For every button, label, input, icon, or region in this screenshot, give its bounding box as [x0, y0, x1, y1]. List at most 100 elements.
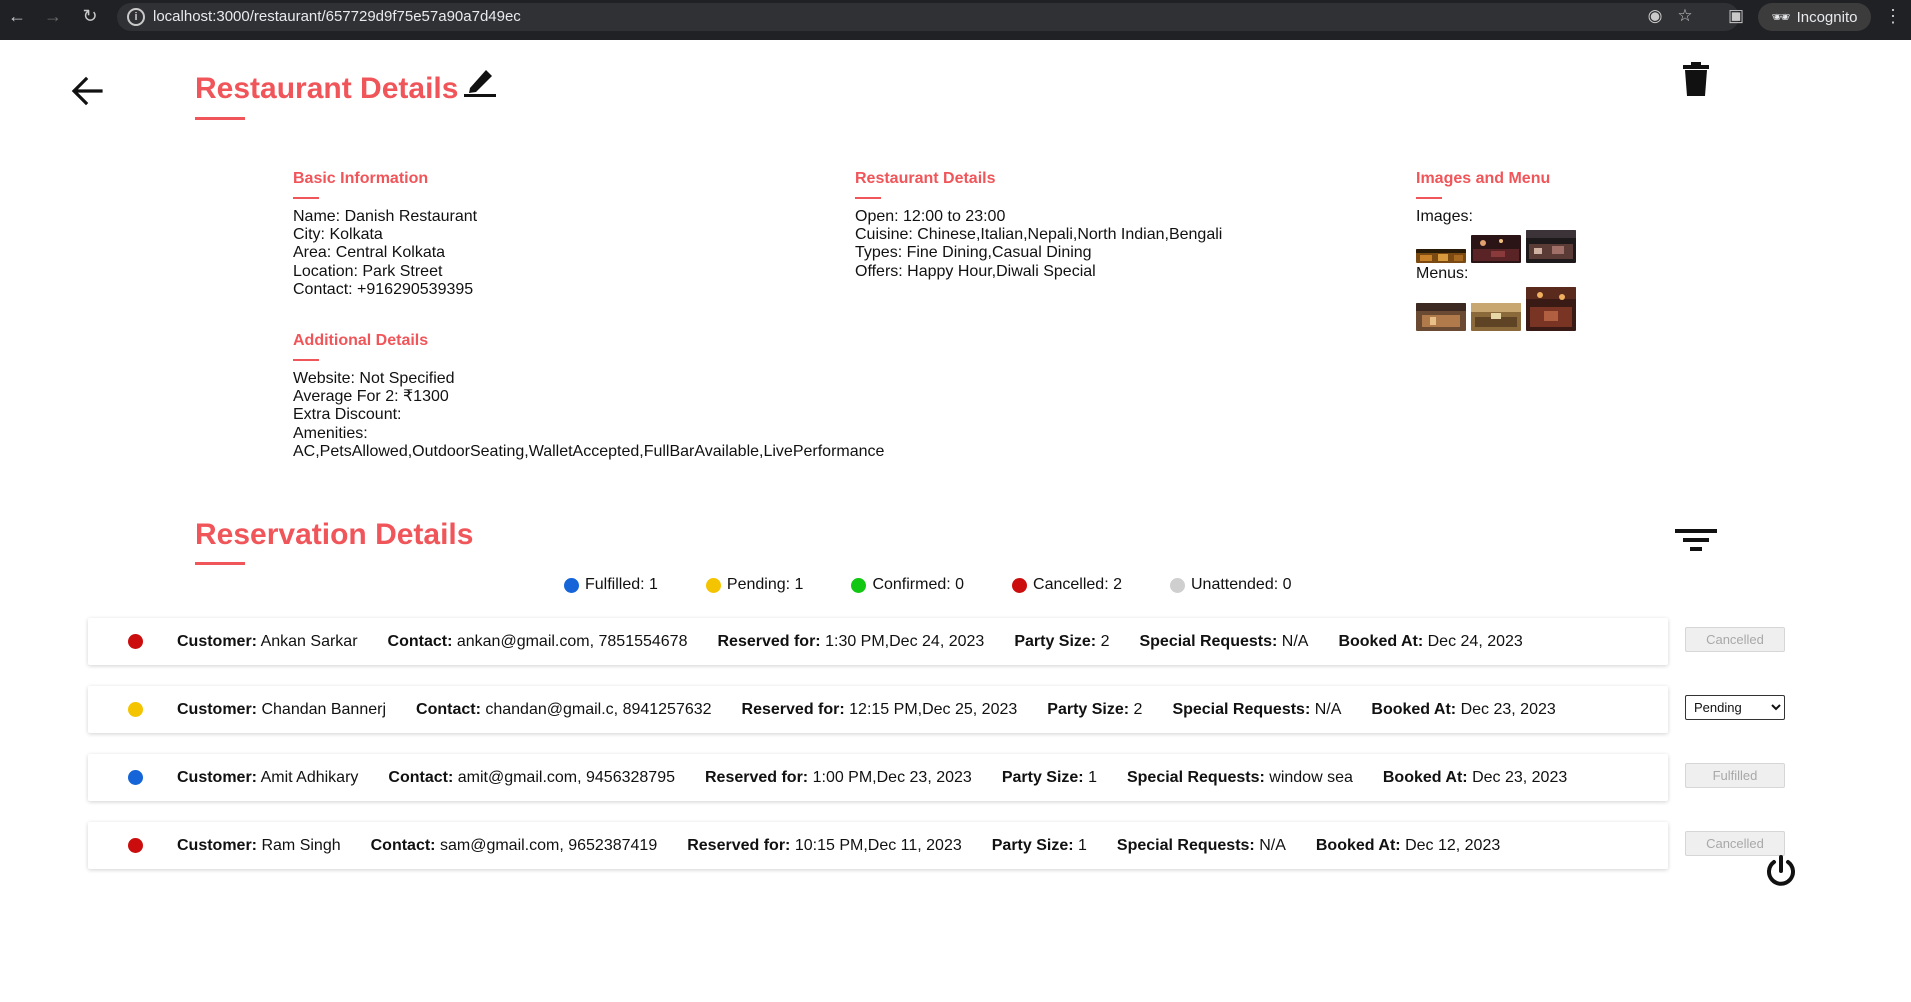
contact-field: Contact: chandan@gmail.c, 8941257632 — [416, 700, 712, 718]
legend-dot-icon — [1169, 577, 1185, 593]
menu-gallery — [1416, 287, 1576, 332]
images-menu-heading: Images and Menu — [1416, 170, 1551, 187]
extra-discount: Extra Discount: — [293, 406, 402, 424]
legend-pending[interactable]: Pending: 1 — [705, 576, 804, 594]
reserved-for-field: Reserved for: 1:00 PM,Dec 23, 2023 — [704, 768, 972, 786]
back-arrow-icon[interactable]: ← — [0, 0, 34, 33]
party-size-field: Party Size: 1 — [991, 836, 1087, 854]
status-dot-icon — [128, 770, 143, 785]
status-legend: Fulfilled: 1 Pending: 1 Confirmed: 0 Can… — [564, 576, 1292, 594]
restaurant-image[interactable] — [1471, 235, 1521, 264]
reserved-for-field: Reserved for: 12:15 PM,Dec 25, 2023 — [741, 700, 1018, 718]
restaurant-city: City: Kolkata — [293, 226, 383, 244]
customer-field: Customer: Ankan Sarkar — [177, 632, 358, 650]
legend-label: Cancelled: 2 — [1033, 576, 1122, 593]
restaurant-details-section: Restaurant Details Open: 12:00 to 23:00 … — [855, 170, 1222, 281]
reserved-for-field: Reserved for: 10:15 PM,Dec 11, 2023 — [687, 836, 962, 854]
side-panel-icon[interactable]: ▣ — [1724, 5, 1748, 27]
url-text[interactable]: localhost:3000/restaurant/657729d9f75e57… — [153, 8, 521, 25]
restaurant-contact: Contact: +916290539395 — [293, 280, 474, 298]
incognito-badge[interactable]: 🕶 Incognito — [1758, 3, 1871, 31]
incognito-icon: 🕶 — [1771, 9, 1791, 26]
legend-confirmed[interactable]: Confirmed: 0 — [851, 576, 964, 594]
basic-info-section: Basic Information Name: Danish Restauran… — [293, 170, 477, 299]
opening-hours: Open: 12:00 to 23:00 — [855, 208, 1006, 225]
booked-at-field: Booked At: Dec 23, 2023 — [1382, 768, 1568, 786]
trash-icon[interactable] — [1683, 62, 1709, 96]
back-arrow-icon[interactable] — [70, 76, 104, 106]
power-icon[interactable] — [1764, 855, 1798, 889]
menu-image[interactable] — [1471, 303, 1521, 332]
customer-field: Customer: Amit Adhikary — [177, 768, 359, 786]
browser-toolbar: ← → ↻ i localhost:3000/restaurant/657729… — [0, 0, 1911, 40]
image-gallery — [1416, 230, 1576, 264]
reservations-title: Reservation Details — [195, 518, 474, 551]
legend-label: Pending: 1 — [726, 576, 804, 593]
incognito-label: Incognito — [1796, 8, 1858, 26]
website: Website: Not Specified — [293, 370, 455, 387]
legend-dot-icon — [705, 577, 721, 593]
section-underline — [293, 359, 319, 361]
menu-image[interactable] — [1416, 303, 1466, 332]
contact-field: Contact: amit@gmail.com, 9456328795 — [388, 768, 675, 786]
restaurant-image[interactable] — [1416, 249, 1466, 264]
site-info-icon[interactable]: i — [127, 8, 145, 26]
forward-arrow-icon[interactable]: → — [36, 0, 70, 33]
average-for-two: Average For 2: ₹1300 — [293, 388, 449, 406]
booked-at-field: Booked At: Dec 12, 2023 — [1315, 836, 1501, 854]
additional-details-section: Additional Details Website: Not Specifie… — [293, 332, 884, 461]
special-requests-field: Special Requests: N/A — [1172, 700, 1342, 718]
status-button: Cancelled — [1685, 627, 1785, 652]
restaurant-image[interactable] — [1526, 230, 1576, 264]
amenities-list: AC,PetsAllowed,OutdoorSeating,WalletAcce… — [293, 442, 885, 460]
status-select[interactable]: Pending — [1685, 695, 1785, 720]
restaurant-details-heading: Restaurant Details — [855, 170, 996, 187]
legend-unattended[interactable]: Unattended: 0 — [1169, 576, 1292, 594]
amenities-label: Amenities: — [293, 424, 368, 442]
booked-at-field: Booked At: Dec 23, 2023 — [1371, 700, 1556, 718]
section-underline — [1416, 197, 1442, 199]
images-menu-section: Images and Menu Images: Menus: — [1416, 170, 1576, 333]
page-title: Restaurant Details — [195, 72, 459, 105]
star-icon[interactable]: ☆ — [1673, 5, 1697, 27]
customer-field: Customer: Ram Singh — [177, 836, 341, 854]
basic-info-heading: Basic Information — [293, 170, 429, 187]
legend-label: Fulfilled: 1 — [585, 576, 658, 593]
title-underline — [195, 117, 245, 120]
special-requests-field: Special Requests: N/A — [1139, 632, 1309, 650]
legend-label: Unattended: 0 — [1190, 576, 1292, 593]
restaurant-types: Types: Fine Dining,Casual Dining — [855, 244, 1092, 262]
menus-label: Menus: — [1416, 265, 1469, 283]
contact-field: Contact: sam@gmail.com, 9652387419 — [370, 836, 658, 854]
booked-at-field: Booked At: Dec 24, 2023 — [1338, 632, 1523, 650]
menu-dots-icon[interactable]: ⋮ — [1884, 7, 1902, 25]
legend-fulfilled[interactable]: Fulfilled: 1 — [564, 576, 658, 594]
edit-pencil-icon[interactable] — [462, 64, 498, 98]
section-underline — [293, 197, 319, 199]
legend-cancelled[interactable]: Cancelled: 2 — [1012, 576, 1122, 594]
status-dot-icon — [128, 634, 143, 649]
additional-details-heading: Additional Details — [293, 332, 429, 349]
restaurant-name: Name: Danish Restaurant — [293, 208, 478, 225]
party-size-field: Party Size: 2 — [1047, 700, 1143, 718]
reserved-for-field: Reserved for: 1:30 PM,Dec 24, 2023 — [717, 632, 985, 650]
status-button: Cancelled — [1685, 831, 1785, 856]
eye-icon[interactable]: ◉ — [1643, 5, 1667, 27]
party-size-field: Party Size: 2 — [1014, 632, 1110, 650]
status-dot-icon — [128, 838, 143, 853]
filter-icon[interactable] — [1675, 527, 1717, 553]
restaurant-location: Location: Park Street — [293, 262, 443, 280]
cuisine: Cuisine: Chinese,Italian,Nepali,North In… — [855, 226, 1223, 244]
restaurant-area: Area: Central Kolkata — [293, 244, 446, 262]
status-dot-icon — [128, 702, 143, 717]
reservation-row: Customer: Ankan Sarkar Contact: ankan@gm… — [88, 618, 1668, 665]
menu-image[interactable] — [1526, 287, 1576, 332]
reservation-row: Customer: Ram Singh Contact: sam@gmail.c… — [88, 822, 1668, 869]
contact-field: Contact: ankan@gmail.com, 7851554678 — [387, 632, 688, 650]
images-label: Images: — [1416, 208, 1473, 225]
offers: Offers: Happy Hour,Diwali Special — [855, 262, 1096, 280]
legend-label: Confirmed: 0 — [872, 576, 965, 593]
legend-dot-icon — [564, 577, 579, 593]
party-size-field: Party Size: 1 — [1001, 768, 1097, 786]
reload-icon[interactable]: ↻ — [73, 0, 107, 33]
